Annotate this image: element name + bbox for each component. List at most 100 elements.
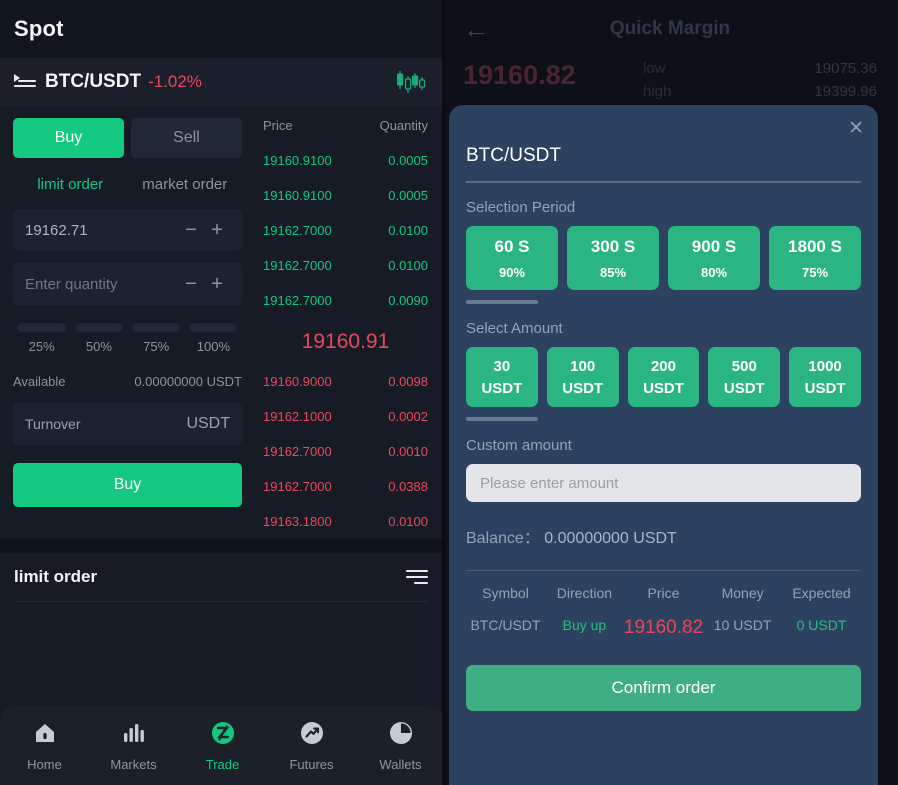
ask-price: 19162.7000 bbox=[263, 223, 332, 238]
bid-price: 19162.1000 bbox=[263, 409, 332, 424]
summary-value-direction: Buy up bbox=[562, 617, 607, 633]
amount-option-500[interactable]: 500 USDT bbox=[708, 347, 781, 407]
tabbar-item-home[interactable]: Home bbox=[0, 720, 89, 772]
bid-quantity: 0.0098 bbox=[388, 374, 428, 389]
percent-track bbox=[17, 323, 66, 332]
price-minus-button[interactable]: − bbox=[178, 220, 204, 240]
divider bbox=[466, 570, 861, 571]
order-book-ask-row[interactable]: 19162.7000 0.0090 bbox=[261, 293, 430, 308]
ask-price: 19162.7000 bbox=[263, 293, 332, 308]
order-summary-table: Symbol BTC/USDT Direction Buy up Price 1… bbox=[466, 585, 861, 639]
amount-value: 500 bbox=[731, 358, 757, 375]
custom-amount-field[interactable]: Please enter amount bbox=[466, 464, 861, 502]
period-option-900s[interactable]: 900 S 80% bbox=[668, 226, 760, 290]
turnover-input-row[interactable]: Turnover USDT bbox=[13, 403, 242, 445]
percent-option-100[interactable]: 100% bbox=[185, 323, 242, 354]
stat-label: high bbox=[643, 83, 672, 100]
amount-value: 30 bbox=[493, 358, 511, 375]
open-orders-section: limit order bbox=[0, 553, 442, 602]
quantity-input-row[interactable]: Enter quantity − + bbox=[13, 263, 242, 305]
modal-pair-title: BTC/USDT bbox=[466, 145, 561, 166]
summary-col-price: Price 19160.82 bbox=[624, 585, 703, 639]
amount-unit: USDT bbox=[643, 380, 684, 397]
order-book-bid-row[interactable]: 19162.7000 0.0388 bbox=[261, 479, 430, 494]
order-book-bid-row[interactable]: 19162.1000 0.0002 bbox=[261, 409, 430, 424]
price-input-row[interactable]: 19162.71 − + bbox=[13, 209, 242, 251]
percent-option-50[interactable]: 50% bbox=[70, 323, 127, 354]
order-book-bid-row[interactable]: 19162.7000 0.0010 bbox=[261, 444, 430, 459]
buy-tab[interactable]: Buy bbox=[13, 118, 124, 158]
turnover-input[interactable]: Turnover bbox=[25, 416, 81, 432]
period-scroll-indicator[interactable] bbox=[466, 300, 538, 304]
ask-price: 19162.7000 bbox=[263, 258, 332, 273]
candlestick-icon[interactable] bbox=[394, 68, 428, 96]
tabbar-item-wallets[interactable]: Wallets bbox=[356, 720, 442, 772]
ask-price: 19160.9100 bbox=[263, 153, 332, 168]
order-book-ask-row[interactable]: 19162.7000 0.0100 bbox=[261, 258, 430, 273]
stat-label: low bbox=[643, 60, 666, 77]
tabbar-item-markets[interactable]: Markets bbox=[89, 720, 178, 772]
tabbar-label: Markets bbox=[110, 757, 157, 772]
period-option-1800s[interactable]: 1800 S 75% bbox=[769, 226, 861, 290]
tabbar-item-futures[interactable]: Futures bbox=[267, 720, 356, 772]
percent-option-25[interactable]: 25% bbox=[13, 323, 70, 354]
spot-trading-panel: Spot BTC/USDT -1.02% Buy Sell limit orde… bbox=[0, 0, 445, 785]
order-book-bid-row[interactable]: 19160.9000 0.0098 bbox=[261, 374, 430, 389]
home-icon bbox=[32, 720, 58, 751]
price-plus-button[interactable]: + bbox=[204, 220, 230, 240]
amount-scroll-indicator[interactable] bbox=[466, 417, 538, 421]
quantity-input[interactable]: Enter quantity bbox=[25, 276, 178, 293]
amount-option-30[interactable]: 30 USDT bbox=[466, 347, 538, 407]
tabbar-label: Futures bbox=[289, 757, 334, 772]
quantity-minus-button[interactable]: − bbox=[178, 274, 204, 294]
period-time: 60 S bbox=[494, 237, 530, 256]
order-book-ask-row[interactable]: 19162.7000 0.0100 bbox=[261, 223, 430, 238]
summary-header: Symbol bbox=[482, 585, 529, 601]
amount-unit: USDT bbox=[804, 380, 846, 397]
amount-option-200[interactable]: 200 USDT bbox=[627, 347, 700, 407]
pair-symbol[interactable]: BTC/USDT bbox=[45, 71, 141, 93]
filter-icon[interactable] bbox=[406, 569, 428, 585]
amount-option-100[interactable]: 100 USDT bbox=[546, 347, 619, 407]
summary-col-symbol: Symbol BTC/USDT bbox=[466, 585, 545, 639]
submit-buy-button[interactable]: Buy bbox=[13, 463, 242, 507]
sell-tab[interactable]: Sell bbox=[131, 118, 242, 158]
confirm-order-button[interactable]: Confirm order bbox=[466, 665, 861, 711]
summary-header: Direction bbox=[556, 585, 613, 601]
period-option-60s[interactable]: 60 S 90% bbox=[466, 226, 558, 290]
summary-header: Price bbox=[647, 585, 680, 601]
quantity-plus-button[interactable]: + bbox=[204, 274, 230, 294]
tabbar-item-trade[interactable]: Trade bbox=[178, 720, 267, 772]
app-screen: Spot BTC/USDT -1.02% Buy Sell limit orde… bbox=[0, 0, 898, 785]
divider bbox=[466, 181, 861, 183]
percent-option-75[interactable]: 75% bbox=[128, 323, 185, 354]
amount-value: 200 bbox=[650, 358, 676, 375]
balance-row: Balance： 0.00000000 USDT bbox=[466, 524, 861, 548]
stat-row-low: low 19075.36 bbox=[643, 60, 877, 77]
ask-quantity: 0.0100 bbox=[388, 223, 428, 238]
close-icon[interactable]: ✕ bbox=[848, 119, 864, 138]
order-book-ask-row[interactable]: 19160.9100 0.0005 bbox=[261, 153, 430, 168]
summary-col-expected: Expected 0 USDT bbox=[782, 585, 861, 639]
custom-amount-input[interactable]: Please enter amount bbox=[480, 475, 618, 492]
bid-quantity: 0.0002 bbox=[388, 409, 428, 424]
amount-value: 1000 bbox=[808, 358, 842, 375]
ask-quantity: 0.0090 bbox=[388, 293, 428, 308]
select-amount-label: Select Amount bbox=[466, 320, 563, 337]
order-form: Buy Sell limit order market order 19162.… bbox=[0, 106, 255, 529]
order-book-ask-row[interactable]: 19160.9100 0.0005 bbox=[261, 188, 430, 203]
tab-limit-order[interactable]: limit order bbox=[13, 172, 128, 197]
trade-icon bbox=[210, 720, 236, 751]
price-input[interactable]: 19162.71 bbox=[25, 222, 178, 239]
tabbar-label: Trade bbox=[205, 757, 240, 772]
order-book: Price Quantity 19160.9100 0.0005 19160.9… bbox=[255, 106, 442, 529]
trend-up-icon bbox=[299, 720, 325, 751]
period-option-300s[interactable]: 300 S 85% bbox=[567, 226, 659, 290]
tabbar-label: Home bbox=[27, 757, 62, 772]
available-balance-row: Available 0.00000000 USDT bbox=[13, 374, 242, 389]
amount-option-1000[interactable]: 1000 USDT bbox=[789, 347, 861, 407]
tab-market-order[interactable]: market order bbox=[128, 172, 243, 197]
market-list-icon[interactable] bbox=[14, 74, 36, 90]
order-book-bid-row[interactable]: 19163.1800 0.0100 bbox=[261, 514, 430, 529]
balance-value: 0.00000000 USDT bbox=[544, 530, 677, 547]
